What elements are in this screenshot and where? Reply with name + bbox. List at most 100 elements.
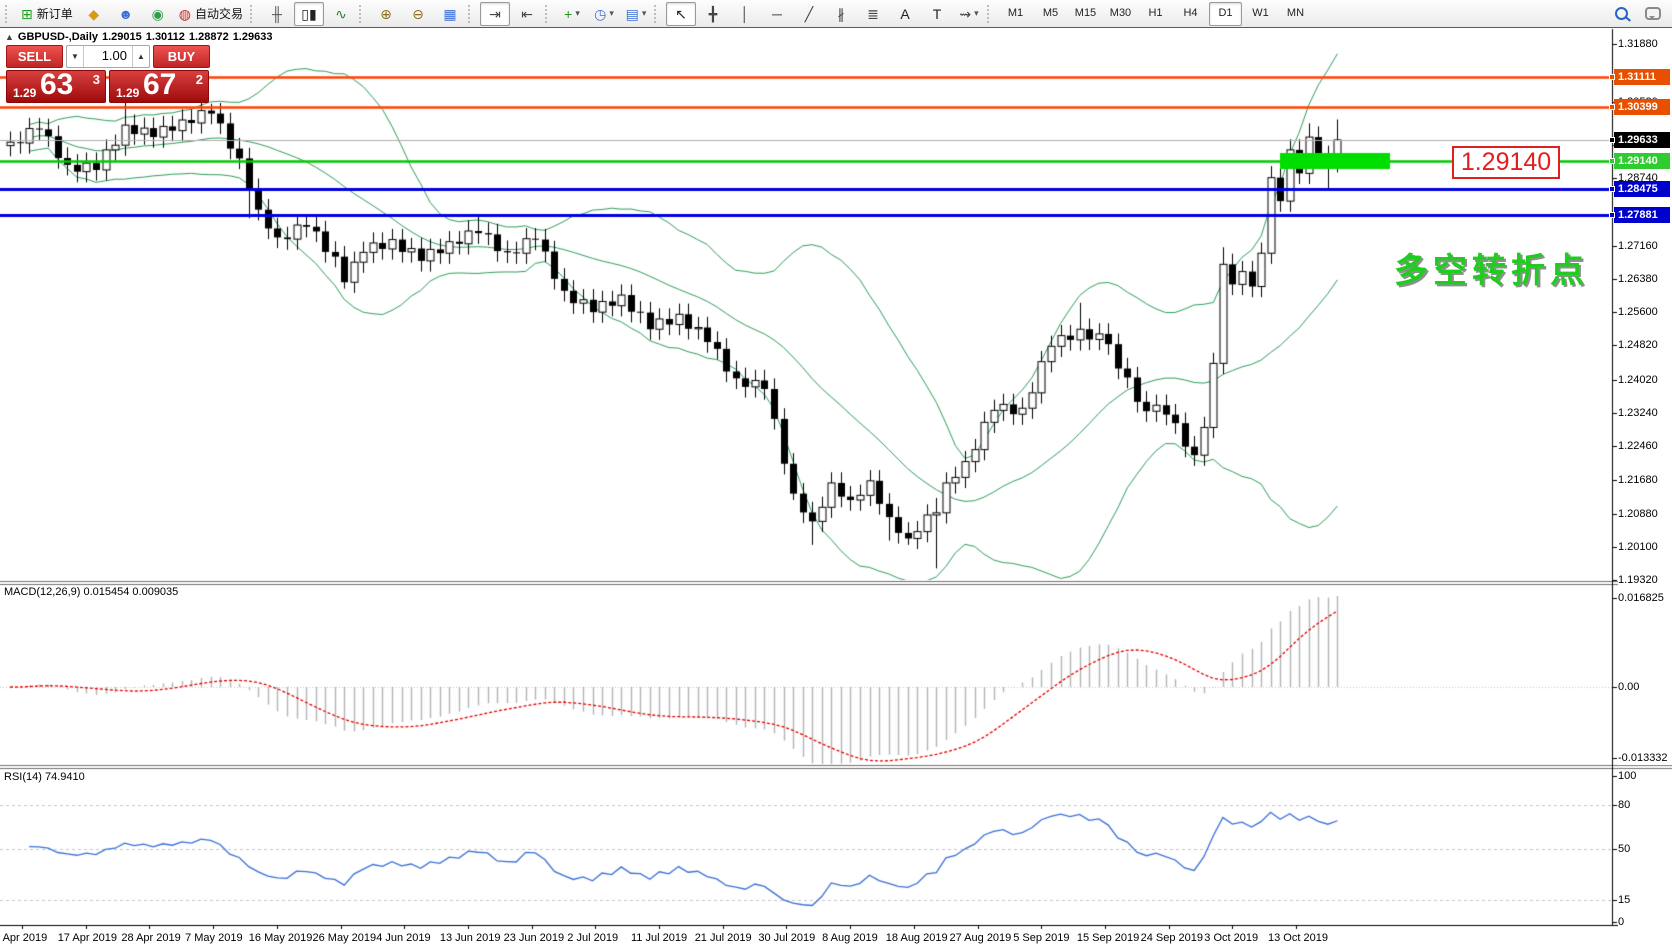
auto-trading-button[interactable]: ◍ 自动交易 bbox=[175, 2, 247, 26]
buy-price-box[interactable]: 1.29 67 2 bbox=[109, 70, 209, 103]
templates-button[interactable]: ▤▾ bbox=[621, 2, 651, 26]
main-toolbar: ⊞新订单◆ ☻ ◉ ◍ 自动交易 ╫ ▯▮ ∿ ⊕⊖ ▦ ⇥⇤ +▾◷▾▤▾ ↖╋ │ ─ ╱ ∦≣AT⇝▾ M1… bbox=[0, 0, 1672, 28]
volume-stepper[interactable]: ▼ 1.00 ▲ bbox=[66, 45, 150, 68]
date-tick-label: 30 Jul 2019 bbox=[758, 932, 815, 944]
auto-scroll-button[interactable]: ⇥ bbox=[480, 2, 510, 26]
chat-icon bbox=[1645, 7, 1661, 20]
rsi-tick-label: 100 bbox=[1618, 770, 1672, 783]
date-tick-label: 27 Aug 2019 bbox=[950, 932, 1012, 944]
profiles-button[interactable]: ◆ bbox=[79, 2, 109, 26]
price-line-badge: 1.29633 bbox=[1614, 132, 1670, 148]
bar-chart-icon: ╫ bbox=[272, 7, 282, 21]
periods-button[interactable]: ◷▾ bbox=[589, 2, 619, 26]
price-tick-label: 1.19320 bbox=[1618, 574, 1672, 587]
chat-button[interactable] bbox=[1638, 2, 1668, 26]
price-tick-label: 1.20880 bbox=[1618, 508, 1672, 521]
buy-price-pips: 67 bbox=[143, 68, 176, 102]
symbol-period-label: GBPUSD-,Daily bbox=[18, 31, 98, 43]
timeframe-mn-button[interactable]: MN bbox=[1279, 2, 1312, 26]
date-tick-label: 8 Apr 2019 bbox=[0, 932, 47, 944]
indicators-button[interactable]: +▾ bbox=[557, 2, 587, 26]
community-icon: ☻ bbox=[118, 7, 133, 21]
equidistant-channel-button[interactable]: ∦ bbox=[826, 2, 856, 26]
sell-price-box[interactable]: 1.29 63 3 bbox=[6, 70, 106, 103]
price-tick-label: 1.23240 bbox=[1618, 407, 1672, 420]
timeframe-h4-button[interactable]: H4 bbox=[1174, 2, 1207, 26]
date-tick-label: 2 Jul 2019 bbox=[567, 932, 618, 944]
tile-windows-icon: ▦ bbox=[443, 7, 456, 21]
indicators-icon: + bbox=[564, 7, 572, 21]
fibonacci-button[interactable]: ≣ bbox=[858, 2, 888, 26]
sell-button[interactable]: SELL bbox=[6, 45, 63, 68]
rsi-indicator-label: RSI(14) 74.9410 bbox=[4, 771, 85, 783]
price-chart-canvas[interactable] bbox=[0, 0, 1672, 949]
date-tick-label: 13 Jun 2019 bbox=[440, 932, 501, 944]
toolbar-group-grip bbox=[359, 5, 366, 23]
sell-price-prefix: 1.29 bbox=[13, 86, 36, 100]
volume-value[interactable]: 1.00 bbox=[84, 46, 132, 67]
date-tick-label: 13 Oct 2019 bbox=[1268, 932, 1328, 944]
line-chart-button[interactable]: ∿ bbox=[326, 2, 356, 26]
chart-symbol-header[interactable]: ▲GBPUSD-,Daily1.290151.301121.288721.296… bbox=[5, 31, 276, 43]
price-callout-box[interactable]: 1.29140 bbox=[1452, 146, 1560, 179]
tile-windows-button[interactable]: ▦ bbox=[435, 2, 465, 26]
price-tick-label: 1.24020 bbox=[1618, 374, 1672, 387]
ohlc-open: 1.29015 bbox=[102, 31, 142, 43]
toolbar-group: ⇥⇤ bbox=[479, 2, 543, 26]
zoom-out-button[interactable]: ⊖ bbox=[403, 2, 433, 26]
toolbar-group-grip bbox=[545, 5, 552, 23]
candlestick-chart-button[interactable]: ▯▮ bbox=[294, 2, 324, 26]
arrows-button[interactable]: ⇝▾ bbox=[954, 2, 984, 26]
new-order-button[interactable]: ⊞新订单 bbox=[17, 2, 77, 26]
price-tick-label: 1.20100 bbox=[1618, 541, 1672, 554]
price-tick-label: 1.24820 bbox=[1618, 339, 1672, 352]
volume-increase-button[interactable]: ▲ bbox=[132, 46, 149, 67]
rsi-tick-label: 50 bbox=[1618, 843, 1672, 856]
community-button[interactable]: ☻ bbox=[111, 2, 141, 26]
pivot-annotation-text[interactable]: 多空转折点 bbox=[1394, 243, 1589, 292]
vertical-line-button[interactable]: │ bbox=[730, 2, 760, 26]
text-label-button[interactable]: T bbox=[922, 2, 952, 26]
zoom-in-button[interactable]: ⊕ bbox=[371, 2, 401, 26]
timeframe-h1-button[interactable]: H1 bbox=[1139, 2, 1172, 26]
signals-icon: ◉ bbox=[152, 7, 164, 21]
collapse-chart-icon[interactable]: ▲ bbox=[5, 32, 14, 42]
toolbar-group-grip bbox=[250, 5, 257, 23]
new-order-button-label: 新订单 bbox=[37, 8, 73, 20]
toolbar-group: +▾◷▾▤▾ bbox=[556, 2, 652, 26]
macd-indicator-label: MACD(12,26,9) 0.015454 0.009035 bbox=[4, 586, 178, 598]
timeframe-d1-button[interactable]: D1 bbox=[1209, 2, 1242, 26]
timeframe-w1-button[interactable]: W1 bbox=[1244, 2, 1277, 26]
price-tick-label: 1.26380 bbox=[1618, 273, 1672, 286]
date-tick-label: 28 Apr 2019 bbox=[121, 932, 180, 944]
signals-button[interactable]: ◉ bbox=[143, 2, 173, 26]
auto-trading-button-label: 自动交易 bbox=[195, 8, 243, 20]
arrows-icon: ⇝ bbox=[959, 7, 971, 21]
chart-shift-button[interactable]: ⇤ bbox=[512, 2, 542, 26]
date-tick-label: 4 Jun 2019 bbox=[376, 932, 430, 944]
vertical-line-icon: │ bbox=[741, 7, 750, 21]
volume-decrease-button[interactable]: ▼ bbox=[67, 46, 84, 67]
buy-button[interactable]: BUY bbox=[153, 45, 210, 68]
timeframe-m30-button[interactable]: M30 bbox=[1104, 2, 1137, 26]
crosshair-button[interactable]: ╋ bbox=[698, 2, 728, 26]
cursor-button[interactable]: ↖ bbox=[666, 2, 696, 26]
date-tick-label: 17 Apr 2019 bbox=[58, 932, 117, 944]
search-button[interactable] bbox=[1606, 2, 1636, 26]
horizontal-line-button[interactable]: ─ bbox=[762, 2, 792, 26]
candlestick-chart-icon: ▯▮ bbox=[301, 7, 316, 21]
text-button[interactable]: A bbox=[890, 2, 920, 26]
price-tick-label: 1.27160 bbox=[1618, 240, 1672, 253]
price-tick-label: 1.31880 bbox=[1618, 38, 1672, 51]
toolbar-right-group bbox=[1605, 2, 1669, 26]
ohlc-close: 1.29633 bbox=[233, 31, 273, 43]
auto-trading-icon: ◍ bbox=[179, 7, 191, 21]
price-line-badge: 1.29140 bbox=[1614, 153, 1670, 169]
trendline-icon: ╱ bbox=[805, 7, 813, 21]
timeframe-m1-button[interactable]: M1 bbox=[999, 2, 1032, 26]
bar-chart-button[interactable]: ╫ bbox=[262, 2, 292, 26]
trendline-button[interactable]: ╱ bbox=[794, 2, 824, 26]
toolbar-group: ↖╋ │ ─ ╱ ∦≣AT⇝▾ bbox=[665, 2, 985, 26]
timeframe-m15-button[interactable]: M15 bbox=[1069, 2, 1102, 26]
timeframe-m5-button[interactable]: M5 bbox=[1034, 2, 1067, 26]
